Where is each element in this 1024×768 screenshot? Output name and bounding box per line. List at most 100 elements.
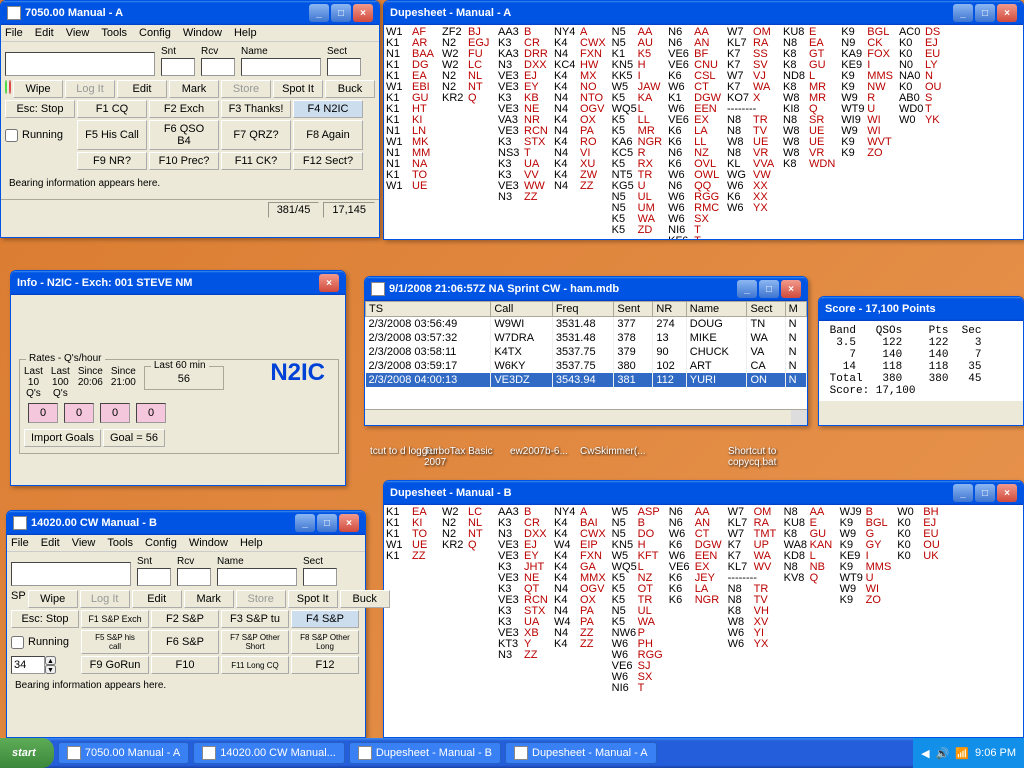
minimize-button[interactable]: _ xyxy=(309,4,329,22)
menu-help[interactable]: Help xyxy=(240,537,263,549)
desktop-icon-label[interactable]: TurboTax Basic 2007 xyxy=(424,446,504,468)
menu-view[interactable]: View xyxy=(72,537,96,549)
esc-button[interactable]: Esc: Stop xyxy=(11,610,79,628)
f12-button[interactable]: F12 Sect? xyxy=(293,152,363,170)
info-titlebar[interactable]: Info - N2IC - Exch: 001 STEVE NM × xyxy=(11,271,345,295)
maximize-button[interactable]: □ xyxy=(759,280,779,298)
task-button[interactable]: 14020.00 CW Manual... xyxy=(193,742,345,764)
running-checkbox[interactable] xyxy=(11,636,24,649)
f12-button[interactable]: F12 xyxy=(291,656,359,674)
menu-help[interactable]: Help xyxy=(234,27,257,39)
snt-input[interactable] xyxy=(161,58,195,76)
close-button[interactable]: × xyxy=(997,484,1017,502)
close-button[interactable]: × xyxy=(781,280,801,298)
f2-button[interactable]: F2 S&P xyxy=(151,610,219,628)
name-input[interactable] xyxy=(241,58,321,76)
mark-button[interactable]: Mark xyxy=(184,590,234,608)
menu-config[interactable]: Config xyxy=(145,537,177,549)
import-goals-button[interactable]: Import Goals xyxy=(24,429,101,447)
f4-button[interactable]: F4 S&P xyxy=(291,610,359,628)
f5-button[interactable]: F5 His Call xyxy=(77,120,147,150)
menu-window[interactable]: Window xyxy=(189,537,228,549)
network-icon[interactable]: 📶 xyxy=(955,747,969,760)
esc-button[interactable]: Esc: Stop xyxy=(5,100,75,118)
close-button[interactable]: × xyxy=(339,514,359,532)
f4-button[interactable]: F4 N2IC xyxy=(293,100,363,118)
mark-button[interactable]: Mark xyxy=(169,80,219,98)
wipe-button[interactable]: Wipe xyxy=(13,80,63,98)
maximize-button[interactable]: □ xyxy=(331,4,351,22)
rcv-input[interactable] xyxy=(177,568,211,586)
f9-button[interactable]: F9 GoRun xyxy=(81,656,149,674)
f6-button[interactable]: F6 S&P xyxy=(151,630,219,654)
f8-button[interactable]: F8 Again xyxy=(293,120,363,150)
minimize-button[interactable]: _ xyxy=(295,514,315,532)
f8-button[interactable]: F8 S&P Other Long xyxy=(291,630,359,654)
dupe-b-titlebar[interactable]: Dupesheet - Manual - B _ □ × xyxy=(384,481,1023,505)
f11-button[interactable]: F11 Long CQ xyxy=(221,656,289,674)
minimize-button[interactable]: _ xyxy=(953,484,973,502)
spotit-button[interactable]: Spot It xyxy=(288,590,338,608)
speed-down-button[interactable]: ▼ xyxy=(45,665,56,674)
task-button[interactable]: Dupesheet - Manual - B xyxy=(349,742,501,764)
callsign-input[interactable] xyxy=(5,52,155,76)
menu-tools[interactable]: Tools xyxy=(101,27,127,39)
f5-button[interactable]: F5 S&P his call xyxy=(81,630,149,654)
menu-file[interactable]: File xyxy=(11,537,29,549)
dupe-a-titlebar[interactable]: Dupesheet - Manual - A _ □ × xyxy=(384,1,1023,25)
close-button[interactable]: × xyxy=(319,274,339,292)
system-tray[interactable]: ◀ 🔊 📶 9:06 PM xyxy=(913,738,1024,768)
close-button[interactable]: × xyxy=(353,4,373,22)
minimize-button[interactable]: _ xyxy=(953,4,973,22)
f9-button[interactable]: F9 NR? xyxy=(77,152,147,170)
f2-button[interactable]: F2 Exch xyxy=(149,100,219,118)
f10-button[interactable]: F10 xyxy=(151,656,219,674)
buck-button[interactable]: Buck xyxy=(340,590,390,608)
scrollbar[interactable] xyxy=(791,410,807,425)
maximize-button[interactable]: □ xyxy=(975,484,995,502)
goal-button[interactable]: Goal = 56 xyxy=(103,429,165,447)
close-button[interactable]: × xyxy=(997,4,1017,22)
snt-input[interactable] xyxy=(137,568,171,586)
maximize-button[interactable]: □ xyxy=(975,4,995,22)
task-button[interactable]: Dupesheet - Manual - A xyxy=(505,742,657,764)
f1-button[interactable]: F1 S&P Exch xyxy=(81,610,149,628)
volume-icon[interactable]: 🔊 xyxy=(936,747,950,760)
minimize-button[interactable]: _ xyxy=(737,280,757,298)
desktop-icon-label[interactable]: ew2007b-6... xyxy=(510,446,568,457)
log-titlebar[interactable]: 9/1/2008 21:06:57Z NA Sprint CW - ham.md… xyxy=(365,277,807,301)
tray-icon[interactable]: ◀ xyxy=(921,747,929,760)
speed-input[interactable] xyxy=(11,656,45,674)
desktop-icon-label[interactable]: Shortcut to copycq.bat xyxy=(728,446,808,468)
entry-b-titlebar[interactable]: 14020.00 CW Manual - B _ □ × xyxy=(7,511,365,535)
clock[interactable]: 9:06 PM xyxy=(975,747,1016,759)
f1-button[interactable]: F1 CQ xyxy=(77,100,147,118)
store-button[interactable]: Store xyxy=(236,590,286,608)
f6-button[interactable]: F6 QSO B4 xyxy=(149,120,219,150)
logit-button[interactable]: Log It xyxy=(65,80,115,98)
f7-button[interactable]: F7 QRZ? xyxy=(221,120,291,150)
f7-button[interactable]: F7 S&P Other Short xyxy=(221,630,289,654)
menu-tools[interactable]: Tools xyxy=(107,537,133,549)
f10-button[interactable]: F10 Prec? xyxy=(149,152,219,170)
desktop-icon-label[interactable]: CwSkimmer(... xyxy=(580,446,646,457)
maximize-button[interactable]: □ xyxy=(317,514,337,532)
f11-button[interactable]: F11 CK? xyxy=(221,152,291,170)
callsign-input[interactable] xyxy=(11,562,131,586)
sect-input[interactable] xyxy=(303,568,337,586)
rcv-input[interactable] xyxy=(201,58,235,76)
spotit-button[interactable]: Spot It xyxy=(273,80,323,98)
edit-button[interactable]: Edit xyxy=(117,80,167,98)
buck-button[interactable]: Buck xyxy=(325,80,375,98)
f3-button[interactable]: F3 Thanks! xyxy=(221,100,291,118)
menu-config[interactable]: Config xyxy=(139,27,171,39)
start-button[interactable]: start xyxy=(0,738,54,768)
score-titlebar[interactable]: Score - 17,100 Points xyxy=(819,297,1023,321)
sect-input[interactable] xyxy=(327,58,361,76)
name-input[interactable] xyxy=(217,568,297,586)
log-table[interactable]: TSCallFreqSentNRNameSectM2/3/2008 03:56:… xyxy=(365,301,807,387)
menu-edit[interactable]: Edit xyxy=(35,27,54,39)
task-button[interactable]: 7050.00 Manual - A xyxy=(58,742,189,764)
store-button[interactable]: Store xyxy=(221,80,271,98)
f3-button[interactable]: F3 S&P tu xyxy=(221,610,289,628)
